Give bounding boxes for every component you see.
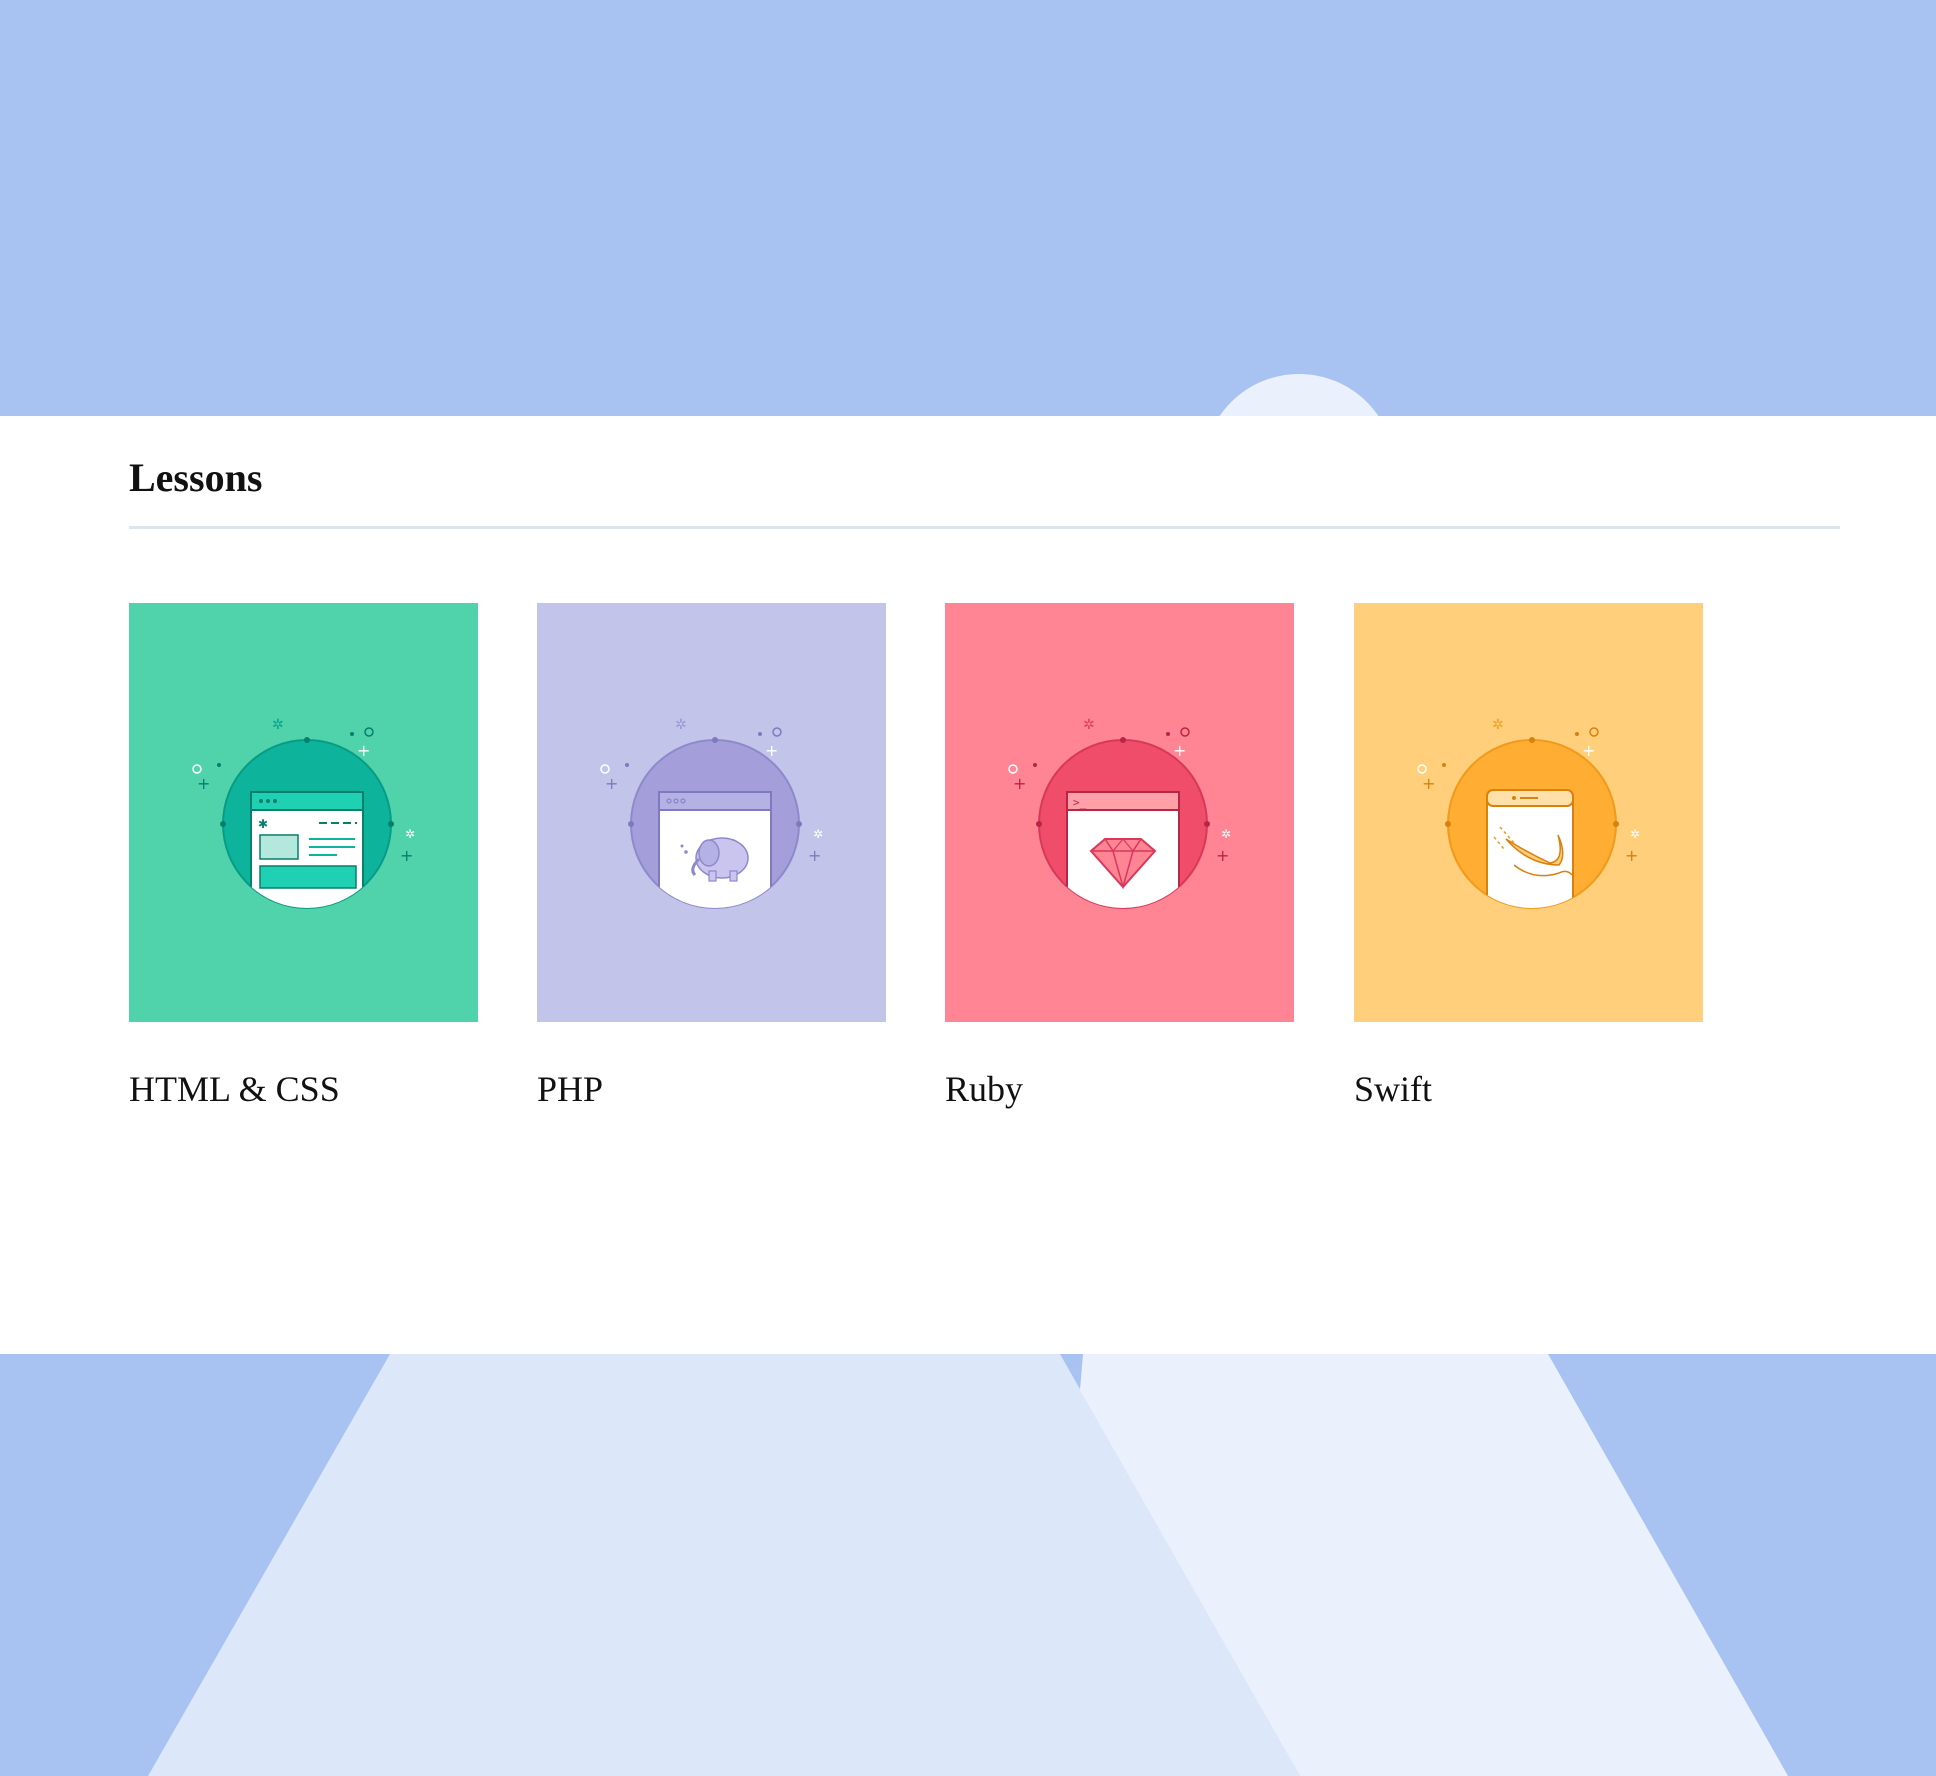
lesson-card-swift[interactable]: ✲ + + ✲ + [1354,603,1703,1022]
svg-text:+: + [1582,741,1595,760]
page-background: Lessons ✲ + + ✲ + ✱ HTML & CSS ✲ + + ✲ +… [0,0,1936,1776]
svg-text:✲: ✲ [813,827,823,841]
lesson-label-swift[interactable]: Swift [1354,1068,1432,1110]
lesson-card-php[interactable]: ✲ + + ✲ + [537,603,886,1022]
svg-text:+: + [1173,741,1186,760]
ruby-gem-icon: ✲ + + ✲ + >_ [945,603,1294,1022]
lesson-label-html-css[interactable]: HTML & CSS [129,1068,340,1110]
svg-text:+: + [1422,774,1435,793]
svg-text:+: + [1216,846,1229,865]
lessons-heading: Lessons [129,455,263,500]
swift-bird-icon: ✲ + + ✲ + [1354,603,1703,1022]
svg-text:✲: ✲ [405,827,415,841]
svg-text:>_: >_ [1073,796,1087,809]
svg-text:+: + [1013,774,1026,793]
svg-text:✲: ✲ [1630,827,1640,841]
lesson-label-ruby[interactable]: Ruby [945,1068,1023,1110]
svg-text:+: + [400,846,413,865]
elephant-icon: ✲ + + ✲ + [537,603,886,1022]
browser-window-icon: ✲ + + ✲ + ✱ [129,603,478,1022]
lesson-card-html-css[interactable]: ✲ + + ✲ + ✱ [129,603,478,1022]
svg-text:✲: ✲ [1492,717,1504,733]
svg-text:+: + [605,774,618,793]
svg-text:+: + [197,774,210,793]
svg-text:+: + [765,741,778,760]
lesson-card-ruby[interactable]: ✲ + + ✲ + >_ [945,603,1294,1022]
svg-text:✲: ✲ [1221,827,1231,841]
svg-text:✲: ✲ [272,717,284,733]
svg-text:✱: ✱ [258,817,268,831]
lesson-label-php[interactable]: PHP [537,1068,603,1110]
svg-text:+: + [357,741,370,760]
svg-text:✲: ✲ [1083,717,1095,733]
svg-text:+: + [1625,846,1638,865]
svg-text:+: + [808,846,821,865]
heading-divider [129,526,1840,529]
svg-text:✲: ✲ [675,717,687,733]
